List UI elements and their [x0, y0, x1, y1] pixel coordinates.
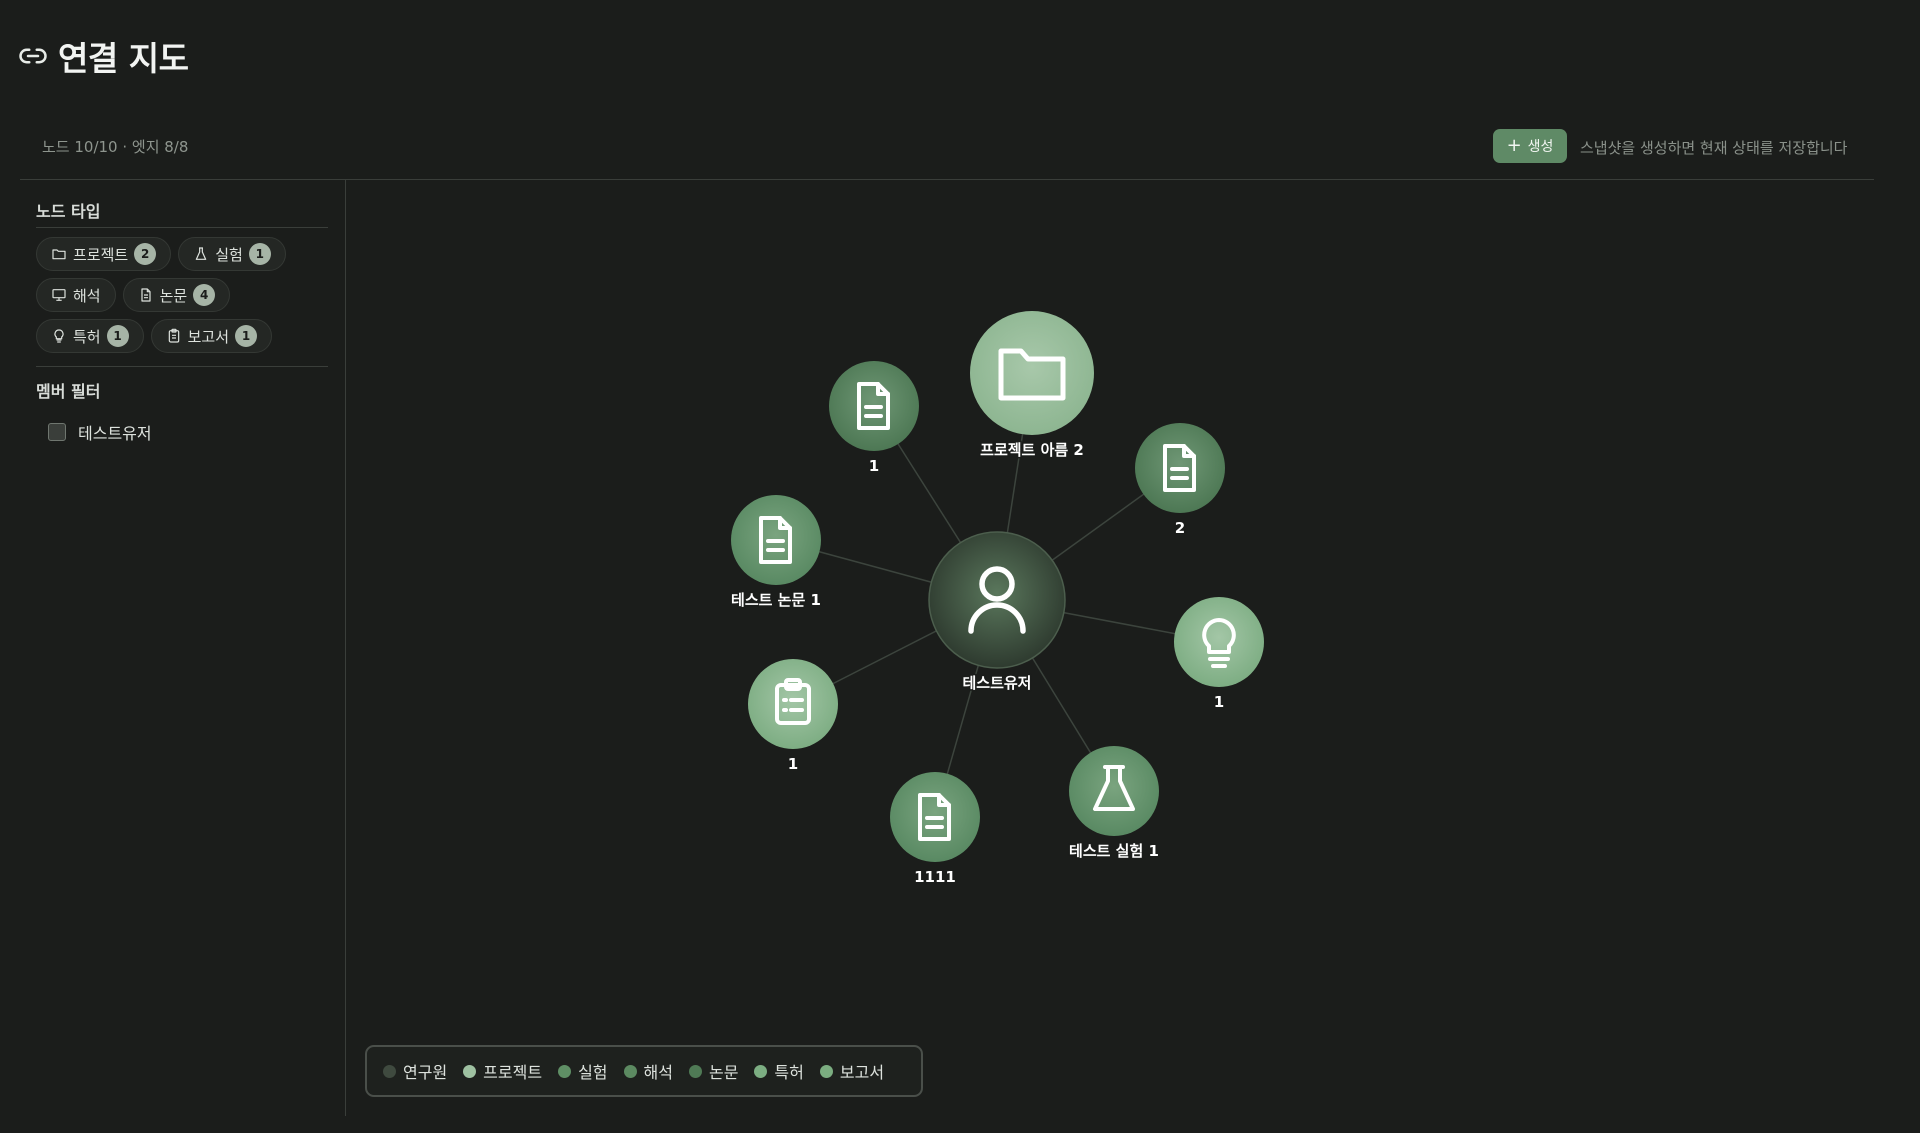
node-researcher[interactable]: 테스트유저: [928, 531, 1066, 694]
node-label: 1111: [914, 868, 956, 886]
legend-label: 특허: [774, 1063, 804, 1082]
legend-researcher: 연구원: [383, 1059, 447, 1083]
node-label: 테스트유저: [962, 674, 1031, 692]
legend-project: 프로젝트: [463, 1059, 542, 1083]
legend-dot: [383, 1064, 396, 1078]
node-paper[interactable]: 1: [829, 361, 919, 477]
legend-label: 프로젝트: [483, 1063, 543, 1082]
legend-report: 보고서: [819, 1059, 885, 1083]
legend-dot: [463, 1064, 477, 1078]
connection-map-page: 연결 지도 노드 10/10 · 엣지 8/8 + 생성 스냅샷을 생성하면 현…: [0, 0, 1920, 1133]
legend-dot: [754, 1064, 768, 1078]
node-paper[interactable]: 2: [1135, 423, 1225, 539]
legend-patent: 특허: [754, 1059, 804, 1083]
legend-dot: [623, 1064, 637, 1078]
node-paper[interactable]: 테스트 논문 1: [730, 495, 822, 611]
node-label: 프로젝트 아름 2: [980, 441, 1084, 459]
legend-dot: [688, 1064, 702, 1078]
legend-dot: [819, 1064, 833, 1078]
legend-label: 보고서: [839, 1063, 885, 1082]
node-experiment[interactable]: 테스트 실험 1: [1068, 746, 1160, 862]
legend-label: 논문: [708, 1063, 739, 1082]
node-project[interactable]: 프로젝트 아름 2: [970, 311, 1094, 461]
legend-paper: 논문: [688, 1059, 739, 1083]
node-label: 테스트 실험 1: [1069, 842, 1159, 860]
node-patent[interactable]: 1: [1174, 597, 1264, 713]
graph-legend: 연구원 프로젝트 실험 해석 논문 특허 보고서: [365, 1045, 923, 1097]
node-label: 1: [869, 457, 879, 475]
legend-label: 해석: [643, 1063, 673, 1082]
legend-analysis: 해석: [623, 1059, 673, 1083]
legend-label: 연구원: [403, 1063, 448, 1082]
legend-label: 실험: [578, 1063, 608, 1082]
connection-graph[interactable]: 테스트유저 프로젝트 아름 2 1 2 테스트 논문 1 1 1 1111 테스…: [0, 0, 1920, 1133]
node-report[interactable]: 1: [748, 659, 838, 775]
node-label: 2: [1175, 519, 1185, 537]
node-label: 1: [1214, 693, 1224, 711]
node-label: 1: [788, 755, 798, 773]
node-paper[interactable]: 1111: [890, 772, 980, 888]
node-label: 테스트 논문 1: [731, 591, 821, 609]
legend-experiment: 실험: [558, 1059, 608, 1083]
legend-dot: [558, 1064, 572, 1078]
